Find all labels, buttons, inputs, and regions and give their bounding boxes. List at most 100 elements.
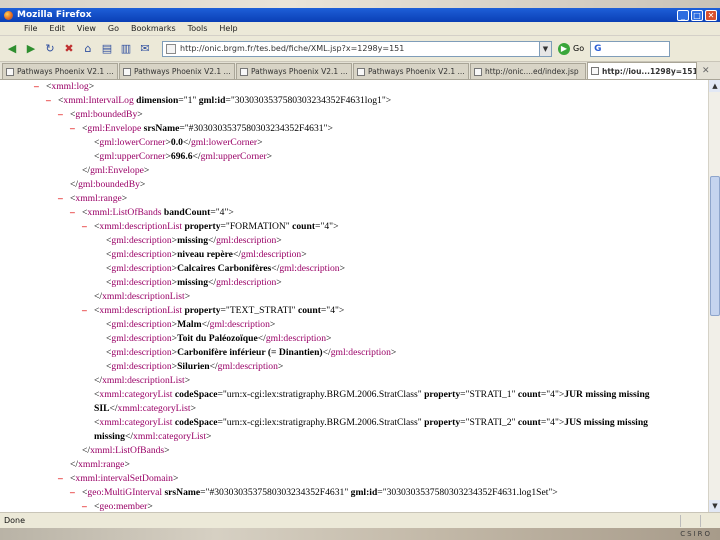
xml-line: <gml:description>Calcaires Carbonifères<…: [94, 262, 345, 276]
collapse-toggle-icon[interactable]: –: [58, 192, 70, 206]
xml-line-text: <gml:description>missing</gml:descriptio…: [106, 235, 282, 246]
bookmarks-icon[interactable]: ▥: [118, 41, 134, 57]
go-label: Go: [573, 44, 585, 53]
xml-line-text: <geo:MultiGInterval srsName="#3030303537…: [82, 487, 558, 498]
address-input[interactable]: http://onic.brgm.fr/tes.bed/fiche/XML.js…: [180, 44, 539, 53]
tab-label: Pathways Phoenix V2.1 ...: [251, 67, 348, 76]
tab-page-icon: [240, 67, 248, 76]
vertical-scrollbar[interactable]: ▲ ▼: [708, 80, 720, 512]
xml-line[interactable]: – <xmml:ListOfBands bandCount="4">: [70, 206, 234, 220]
xml-line: </gml:boundedBy>: [58, 178, 145, 192]
xml-line[interactable]: – <gml:boundedBy>: [58, 108, 143, 122]
scroll-down-icon[interactable]: ▼: [709, 500, 720, 512]
menu-edit[interactable]: Edit: [49, 24, 65, 33]
print-icon[interactable]: ▤: [99, 41, 115, 57]
xml-line[interactable]: – <xmml:IntervalLog dimension="1" gml:id=…: [46, 94, 391, 108]
xml-line: <gml:description>niveau repère</gml:desc…: [94, 248, 307, 262]
collapse-toggle-icon[interactable]: –: [58, 472, 70, 486]
xml-line-text: </xmml:descriptionList>: [94, 291, 191, 302]
mail-icon[interactable]: ✉: [137, 41, 153, 57]
xml-line[interactable]: – <xmml:intervalSetDomain>: [58, 472, 178, 486]
tab-3[interactable]: Pathways Phoenix V2.1 ...: [236, 63, 352, 79]
scroll-up-icon[interactable]: ▲: [709, 80, 720, 92]
tab-page-icon: [123, 67, 131, 76]
xml-line: <gml:description>Toit du Paléozoïque</gm…: [94, 332, 331, 346]
window-titlebar[interactable]: Mozilla Firefox _ □ ✕: [0, 8, 720, 22]
window-controls: _ □ ✕: [677, 9, 717, 21]
menu-go[interactable]: Go: [108, 24, 119, 33]
xml-line-text: <xmml:descriptionList property="FORMATIO…: [94, 221, 339, 232]
tab-4[interactable]: Pathways Phoenix V2.1 ...: [353, 63, 469, 79]
reload-icon[interactable]: ↻: [42, 41, 58, 57]
tab-1[interactable]: Pathways Phoenix V2.1 ...: [2, 63, 118, 79]
xml-line: <xmml:categoryList codeSpace="urn:x-cgi:…: [82, 416, 648, 430]
collapse-toggle-icon[interactable]: –: [70, 486, 82, 500]
xml-line[interactable]: – <xmml:descriptionList property="TEXT_ST…: [82, 304, 344, 318]
window-title: Mozilla Firefox: [17, 10, 92, 20]
home-icon[interactable]: ⌂: [80, 41, 96, 57]
tab-label: Pathways Phoenix V2.1 ...: [134, 67, 231, 76]
go-arrow-icon: ▶: [558, 42, 570, 55]
xml-line: </xmml:ListOfBands>: [70, 444, 170, 458]
xml-line: </xmml:descriptionList>: [82, 290, 190, 304]
xml-line: </gml:Envelope>: [70, 164, 149, 178]
stop-icon[interactable]: ✖: [61, 41, 77, 57]
tab-label: http://onic....ed/index.jsp: [485, 67, 579, 76]
tab-label: http://iou...1298y=151: [602, 66, 697, 76]
desktop-taskbar: CSIRO: [0, 528, 720, 540]
back-icon[interactable]: ◀: [4, 41, 20, 57]
xml-line-text: <gml:Envelope srsName="#3030303537580303…: [82, 123, 333, 134]
xml-line: SIL</xmml:categoryList>: [82, 402, 196, 416]
xml-line[interactable]: – <xmml:log>: [34, 80, 94, 94]
xml-line: <gml:description>missing</gml:descriptio…: [94, 234, 282, 248]
menu-help[interactable]: Help: [219, 24, 237, 33]
menu-bar: File Edit View Go Bookmarks Tools Help: [0, 22, 720, 36]
menu-file[interactable]: File: [24, 24, 37, 33]
xml-line-text: <xmml:descriptionList property="TEXT_STR…: [94, 305, 345, 316]
forward-icon[interactable]: ▶: [23, 41, 39, 57]
address-bar[interactable]: http://onic.brgm.fr/tes.bed/fiche/XML.js…: [162, 40, 552, 57]
close-button[interactable]: ✕: [705, 9, 717, 21]
collapse-toggle-icon[interactable]: –: [70, 122, 82, 136]
xml-line: <gml:description>missing</gml:descriptio…: [94, 276, 282, 290]
close-tab-icon[interactable]: ✕: [702, 66, 710, 76]
xml-line[interactable]: – <gml:Envelope srsName="#303030353758030…: [70, 122, 333, 136]
maximize-button[interactable]: □: [691, 9, 703, 21]
menu-view[interactable]: View: [77, 24, 96, 33]
xml-line-text: <gml:upperCorner>696.6</gml:upperCorner>: [94, 151, 273, 162]
xml-line: <gml:description>Malm</gml:description>: [94, 318, 275, 332]
collapse-toggle-icon[interactable]: –: [58, 108, 70, 122]
collapse-toggle-icon[interactable]: –: [34, 80, 46, 94]
xml-line[interactable]: – <geo:member>: [82, 500, 153, 512]
collapse-toggle-icon[interactable]: –: [82, 500, 94, 512]
xml-line[interactable]: – <xmml:descriptionList property="FORMATI…: [82, 220, 339, 234]
xml-line: <xmml:categoryList codeSpace="urn:x-cgi:…: [82, 388, 650, 402]
menu-tools[interactable]: Tools: [188, 24, 208, 33]
tab-5[interactable]: http://onic....ed/index.jsp: [470, 63, 586, 79]
xml-line: <gml:upperCorner>696.6</gml:upperCorner>: [82, 150, 272, 164]
scroll-thumb[interactable]: [710, 176, 720, 316]
xml-line-text: </xmml:descriptionList>: [94, 375, 191, 386]
tab-2[interactable]: Pathways Phoenix V2.1 ...: [119, 63, 235, 79]
address-dropdown-icon[interactable]: ▼: [539, 41, 551, 56]
xml-line-text: <gml:description>Carbonifère inférieur (…: [106, 347, 397, 358]
collapse-toggle-icon[interactable]: –: [82, 304, 94, 318]
tab-6-active[interactable]: http://iou...1298y=151: [587, 62, 697, 79]
search-box[interactable]: G: [590, 40, 671, 57]
collapse-toggle-icon[interactable]: –: [82, 220, 94, 234]
collapse-toggle-icon[interactable]: –: [70, 206, 82, 220]
menu-bookmarks[interactable]: Bookmarks: [131, 24, 176, 33]
xml-line: </xmml:descriptionList>: [82, 374, 190, 388]
xml-line[interactable]: – <xmml:range>: [58, 192, 127, 206]
xml-line-text: <gml:description>niveau repère</gml:desc…: [106, 249, 307, 260]
xml-line-text: <xmml:ListOfBands bandCount="4">: [82, 207, 234, 218]
xml-line-text: <gml:lowerCorner>0.0</gml:lowerCorner>: [94, 137, 263, 148]
xml-line-text: <xmml:log>: [46, 81, 95, 92]
go-button[interactable]: ▶ Go: [558, 42, 585, 55]
xml-line[interactable]: – <geo:MultiGInterval srsName="#303030353…: [70, 486, 558, 500]
tab-label: Pathways Phoenix V2.1 ...: [368, 67, 465, 76]
collapse-toggle-icon[interactable]: –: [46, 94, 58, 108]
minimize-button[interactable]: _: [677, 9, 689, 21]
page-icon: [166, 43, 176, 54]
xml-line: missing</xmml:categoryList>: [82, 430, 211, 444]
